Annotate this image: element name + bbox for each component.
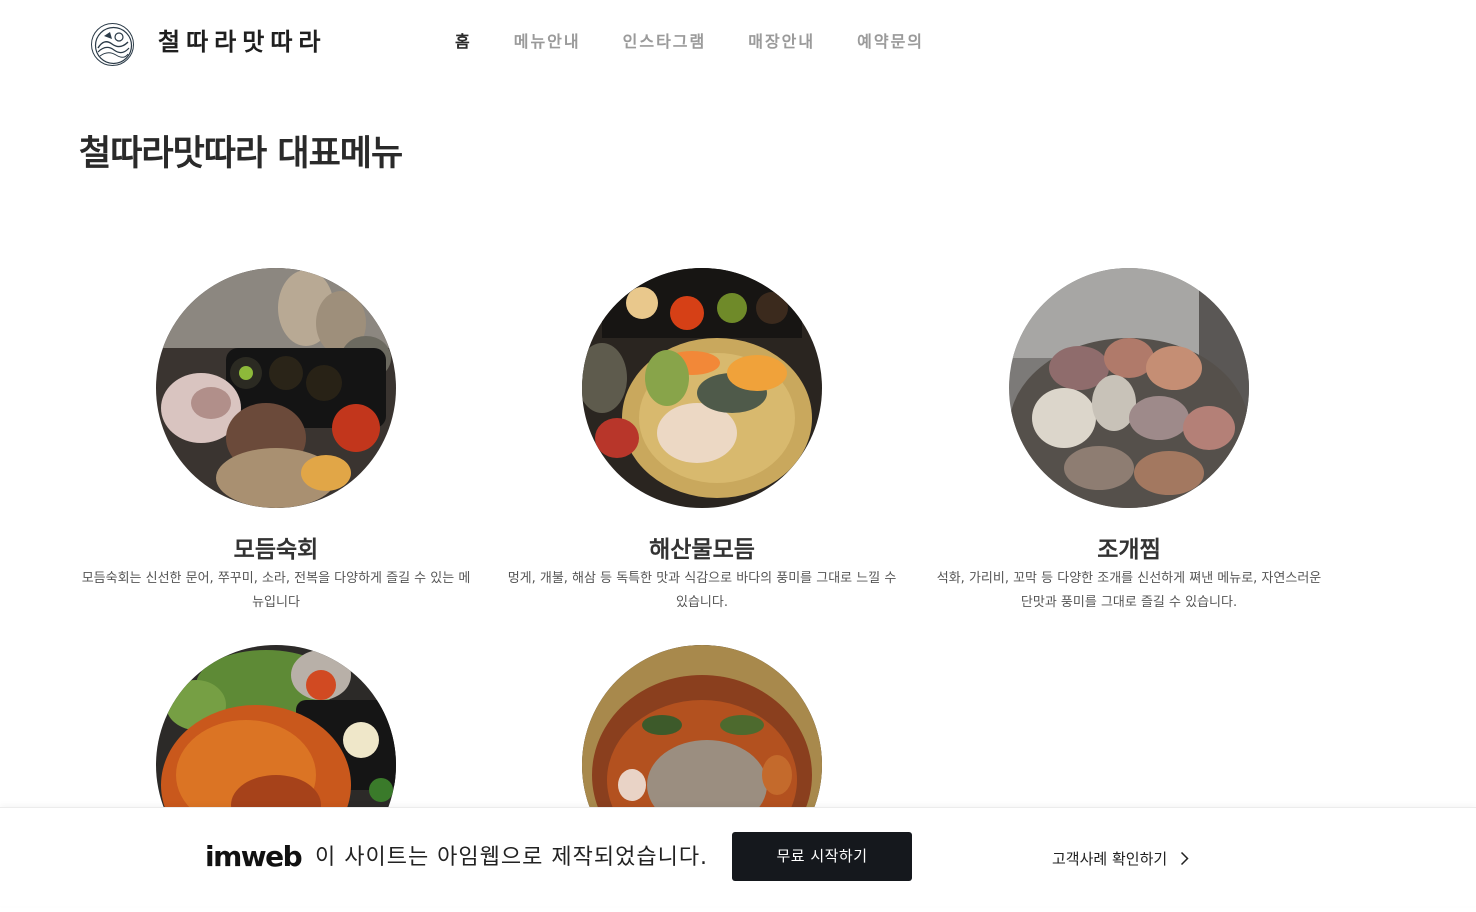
menu-description: 석화, 가리비, 꼬막 등 다양한 조개를 신선하게 쪄낸 메뉴로, 자연스러운… — [936, 571, 1322, 610]
nav-item-reservation[interactable]: 예약문의 — [857, 31, 924, 53]
imweb-banner: imweb 이 사이트는 아임웹으로 제작되었습니다. 무료 시작하기 고객사례… — [0, 807, 1476, 906]
menu-name: 모듬숙회 — [233, 537, 319, 563]
brand-name[interactable]: 철따라맛따라 — [158, 27, 326, 57]
nav-item-instagram[interactable]: 인스타그램 — [623, 31, 707, 53]
menu-name: 조개찜 — [1097, 537, 1161, 563]
imweb-logo[interactable]: imweb — [205, 840, 303, 874]
customer-cases-label: 고객사례 확인하기 — [1052, 850, 1168, 868]
site-header: 철따라맛따라 홈 메뉴안내 인스타그램 매장안내 예약문의 — [0, 0, 1476, 86]
menu-card: 모듬숙회 모듬숙회는 신선한 문어, 쭈꾸미, 소라, 전복을 다양하게 즐길 … — [76, 268, 476, 615]
steamed-clams-photo[interactable] — [1009, 268, 1249, 508]
restaurant-logo-icon[interactable] — [91, 23, 134, 66]
nav-item-store[interactable]: 매장안내 — [748, 31, 815, 53]
menu-card: 조개찜 석화, 가리비, 꼬막 등 다양한 조개를 신선하게 쪄낸 메뉴로, 자… — [929, 268, 1329, 615]
assorted-boiled-seafood-photo[interactable] — [156, 268, 396, 508]
nav-item-home[interactable]: 홈 — [455, 31, 472, 53]
nav-item-menu[interactable]: 메뉴안내 — [514, 31, 581, 53]
customer-cases-link[interactable]: 고객사례 확인하기 — [1052, 848, 1189, 872]
banner-text: 이 사이트는 아임웹으로 제작되었습니다. — [315, 845, 709, 870]
main-nav: 홈 메뉴안내 인스타그램 매장안내 예약문의 — [455, 31, 966, 53]
chevron-right-icon — [1180, 850, 1189, 872]
menu-card: 해산물모듬 멍게, 개불, 해삼 등 독특한 맛과 식감으로 바다의 풍미를 그… — [502, 268, 902, 615]
menu-name: 해산물모듬 — [649, 537, 755, 563]
menu-description: 멍게, 개불, 해삼 등 독특한 맛과 식감으로 바다의 풍미를 그대로 느낄 … — [507, 571, 897, 610]
free-start-button[interactable]: 무료 시작하기 — [732, 832, 912, 881]
section-title: 철따라맛따라 대표메뉴 — [79, 134, 403, 174]
assorted-raw-seafood-photo[interactable] — [582, 268, 822, 508]
menu-description: 모듬숙회는 신선한 문어, 쭈꾸미, 소라, 전복을 다양하게 즐길 수 있는 … — [81, 571, 471, 610]
